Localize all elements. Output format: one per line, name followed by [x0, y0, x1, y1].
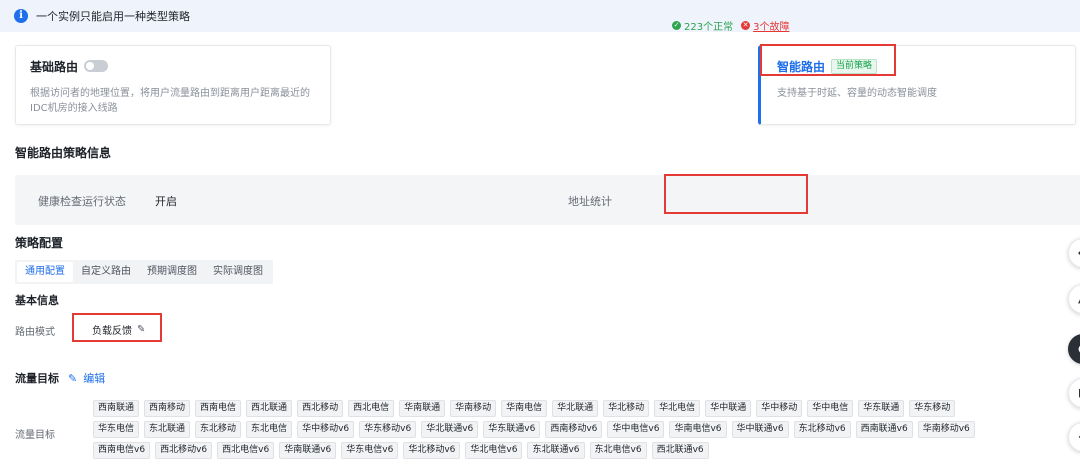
target-tag: 华南联通v6 [279, 442, 337, 459]
target-tag: 华南电信 [501, 400, 548, 417]
info-circle-icon: i [14, 9, 28, 23]
target-tag: 华北联通v6 [421, 421, 479, 438]
target-tag: 华中电信 [807, 400, 854, 417]
target-tag: 东北联通 [144, 421, 191, 438]
edit-pencil-icon: ✎ [68, 371, 78, 385]
traffic-target-heading: 流量目标 [15, 372, 59, 385]
float-help-button[interactable]: ◆ [1068, 238, 1080, 268]
target-tag: 华北电信 [654, 400, 701, 417]
target-tag: 华北联通 [552, 400, 599, 417]
target-tag: 西北联通v6 [651, 442, 709, 459]
target-tag: 西南联通 [93, 400, 140, 417]
target-tag: 东北移动v6 [793, 421, 851, 438]
tab-general[interactable]: 通用配置 [17, 262, 73, 282]
target-tag: 华中电信v6 [607, 421, 665, 438]
highlight-box-route-mode [72, 313, 162, 342]
target-tag: 西南移动 [144, 400, 191, 417]
edit-label: 编辑 [83, 372, 106, 385]
address-stats: ✓ 223个正常 ✕ 3个故障 [672, 18, 789, 33]
target-tag: 西北移动 [297, 400, 344, 417]
target-tag: 东北移动 [195, 421, 242, 438]
traffic-target-row-label: 流量目标 [15, 430, 55, 441]
float-doc-button[interactable]: ▮ [1068, 378, 1080, 408]
highlight-box-smart-route [760, 44, 896, 76]
target-tag: 华中联通 [705, 400, 752, 417]
target-tag: 华南移动v6 [917, 421, 975, 438]
target-tag: 华中移动v6 [297, 421, 355, 438]
smart-route-description: 支持基于时延、容量的动态智能调度 [777, 88, 937, 99]
notice-banner: i 一个实例只能启用一种类型策略 [0, 0, 1080, 32]
basic-route-card[interactable]: 基础路由 根据访问者的地理位置，将用户流量路由到距离用户距离最近的IDC机房的接… [15, 45, 331, 125]
highlight-box-address-stats [664, 174, 808, 214]
target-tag: 西北移动v6 [155, 442, 213, 459]
health-check-label: 健康检查运行状态 [38, 195, 126, 208]
tag-row: 西南联通 西南移动 西南电信 西北联通 西北移动 西北电信 华南联通 华南移动 华南电信 华北联通… [93, 400, 1053, 418]
target-tag: 华南移动 [450, 400, 497, 417]
tag-row: 西南电信v6 西北移动v6 西北电信v6 华南联通v6 华东电信v6 华北移动v6 华北电信… [93, 442, 1053, 460]
target-tag: 华南电信v6 [669, 421, 727, 438]
target-tag: 华南联通 [399, 400, 446, 417]
policy-config-tabs: 通用配置 自定义路由 预期调度图 实际调度图 [15, 260, 273, 284]
tab-actual-schedule[interactable]: 实际调度图 [205, 262, 271, 282]
float-avatar-button[interactable]: ● [1068, 334, 1080, 364]
notice-text: 一个实例只能启用一种类型策略 [36, 10, 190, 23]
target-tag: 东北电信v6 [589, 442, 647, 459]
error-circle-icon: ✕ [741, 21, 751, 30]
health-check-value: 开启 [155, 195, 177, 208]
policy-config-heading: 策略配置 [15, 236, 64, 250]
address-stats-label: 地址统计 [568, 195, 612, 208]
fault-count[interactable]: 3个故障 [753, 18, 789, 33]
target-tag: 西北电信 [348, 400, 395, 417]
basic-info-heading: 基本信息 [15, 294, 59, 307]
policy-info-heading: 智能路由策略信息 [15, 146, 112, 160]
target-tag: 华东联通 [858, 400, 905, 417]
target-tag: 华北移动 [603, 400, 650, 417]
normal-count[interactable]: 223个正常 [684, 18, 733, 33]
float-feedback-button[interactable]: ▲ [1068, 284, 1080, 314]
target-tag: 西南电信v6 [93, 442, 151, 459]
target-tag: 东北电信 [246, 421, 293, 438]
traffic-target-tags: 西南联通 西南移动 西南电信 西北联通 西北移动 西北电信 华南联通 华南移动 华南电信 华北联通… [93, 400, 1053, 463]
target-tag: 西南电信 [195, 400, 242, 417]
basic-route-description: 根据访问者的地理位置，将用户流量路由到距离用户距离最近的IDC机房的接入线路 [30, 88, 310, 114]
float-more-button[interactable]: ‹ [1068, 422, 1080, 452]
target-tag: 华东移动 [909, 400, 956, 417]
edit-traffic-target-link[interactable]: ✎ 编辑 [68, 370, 105, 386]
target-tag: 西北联通 [246, 400, 293, 417]
tag-row: 华东电信 东北联通 东北移动 东北电信 华中移动v6 华东移动v6 华北联通v6 华东联通v6… [93, 421, 1053, 439]
target-tag: 华北电信v6 [465, 442, 523, 459]
tab-expected-schedule[interactable]: 预期调度图 [139, 262, 205, 282]
check-circle-icon: ✓ [672, 21, 681, 30]
target-tag: 华东联通v6 [483, 421, 541, 438]
target-tag: 华中联通v6 [731, 421, 789, 438]
target-tag: 西南移动v6 [545, 421, 603, 438]
target-tag: 华北移动v6 [403, 442, 461, 459]
target-tag: 东北联通v6 [527, 442, 585, 459]
basic-route-title: 基础路由 [30, 59, 79, 74]
basic-route-toggle[interactable] [84, 60, 109, 72]
target-tag: 西南联通v6 [855, 421, 913, 438]
target-tag: 华东移动v6 [359, 421, 417, 438]
target-tag: 华中移动 [756, 400, 803, 417]
route-mode-label: 路由模式 [15, 327, 55, 338]
target-tag: 华东电信v6 [341, 442, 399, 459]
tab-custom-route[interactable]: 自定义路由 [73, 262, 139, 282]
status-bar: 健康检查运行状态 开启 地址统计 [15, 175, 1080, 225]
target-tag: 华东电信 [93, 421, 140, 438]
target-tag: 西北电信v6 [217, 442, 275, 459]
